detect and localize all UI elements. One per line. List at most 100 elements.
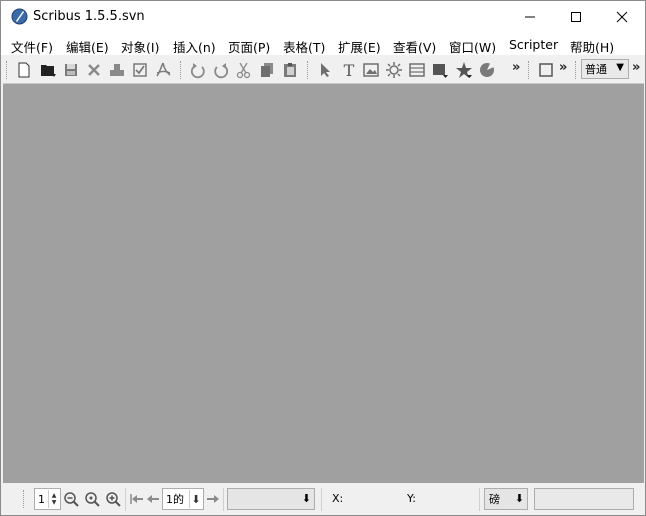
cut-button[interactable] [234, 60, 254, 80]
page-value: 1的 [166, 493, 184, 506]
next-page-button[interactable] [204, 490, 222, 508]
redo-button[interactable] [211, 60, 231, 80]
select-arrow-icon [321, 63, 330, 77]
unit-select[interactable]: 磅 ⬇ [484, 488, 528, 510]
toolbar-grip[interactable] [528, 61, 530, 79]
menu-edit[interactable]: 编辑(E) [66, 37, 109, 56]
zoom-value: 1 [38, 492, 45, 506]
menu-view[interactable]: 查看(V) [393, 37, 436, 56]
select-tool-button[interactable] [315, 60, 335, 80]
polygon-button[interactable] [454, 60, 474, 80]
scribus-logo-icon [11, 8, 28, 25]
toolbar-grip[interactable] [6, 61, 8, 79]
frame-outline-icon [539, 63, 553, 77]
export-pdf-button[interactable] [153, 60, 173, 80]
copy-icon [261, 63, 273, 77]
minimize-icon [525, 16, 535, 18]
status-divider [125, 488, 126, 511]
status-divider [321, 488, 322, 511]
previous-page-button[interactable] [144, 490, 162, 508]
image-frame-icon [363, 63, 379, 77]
close-icon [616, 11, 628, 23]
main-toolbar: T » » 普通 ▼ » [1, 57, 645, 83]
undo-button[interactable] [188, 60, 208, 80]
toolbar-grip[interactable] [575, 61, 577, 79]
zoom-in-icon [106, 492, 121, 507]
spin-arrows-icon[interactable]: ▲ ▼ [48, 490, 59, 508]
maximize-button[interactable] [553, 1, 599, 33]
toolbar-grip[interactable] [180, 61, 182, 79]
paste-icon [284, 63, 296, 77]
status-bar: 1 ▲ ▼ 1的 ⬇ ⬇ X: Y: 磅 ⬇ [1, 484, 645, 515]
menu-insert[interactable]: 插入(n) [173, 37, 216, 56]
menu-object[interactable]: 对象(I) [121, 37, 159, 56]
toolbar-overflow-button[interactable]: » [512, 60, 520, 75]
save-button[interactable] [61, 60, 81, 80]
export-pdf-icon [156, 62, 171, 77]
arrow-right-icon [207, 495, 219, 503]
menu-table[interactable]: 表格(T) [283, 37, 325, 56]
toolbar-overflow-button[interactable]: » [559, 60, 567, 75]
shape-button[interactable] [430, 60, 450, 80]
progress-area [534, 488, 634, 510]
layer-select[interactable]: ⬇ [227, 488, 315, 510]
menu-window[interactable]: 窗口(W) [449, 37, 496, 56]
menu-page[interactable]: 页面(P) [228, 37, 270, 56]
arrow-down-icon[interactable]: ⬇ [189, 490, 202, 508]
arc-button[interactable] [477, 60, 497, 80]
first-page-icon [130, 494, 143, 504]
chevron-down-icon: ▼ [616, 62, 624, 73]
cut-icon [236, 62, 251, 79]
preview-frame-button[interactable] [536, 60, 556, 80]
toolbar-grip[interactable] [23, 490, 25, 508]
shape-icon [433, 64, 448, 78]
menu-scripter[interactable]: Scripter [509, 37, 558, 52]
status-divider [479, 488, 480, 511]
menu-help[interactable]: 帮助(H) [570, 37, 614, 56]
open-folder-icon [41, 65, 56, 77]
svg-text:T: T [344, 61, 355, 79]
close-document-button[interactable] [84, 60, 104, 80]
document-workspace[interactable] [3, 83, 644, 483]
zoom-reset-button[interactable] [83, 490, 101, 508]
undo-icon [190, 63, 205, 79]
maximize-icon [571, 12, 581, 22]
zoom-actual-icon [85, 492, 100, 507]
y-coordinate-label: Y: [407, 492, 416, 505]
image-frame-button[interactable] [361, 60, 381, 80]
table-button[interactable] [407, 60, 427, 80]
paste-button[interactable] [280, 60, 300, 80]
preflight-button[interactable] [130, 60, 150, 80]
zoom-out-icon [64, 492, 79, 507]
print-button[interactable] [107, 60, 127, 80]
toolbar-grip[interactable] [307, 61, 309, 79]
copy-button[interactable] [257, 60, 277, 80]
page-selector[interactable]: 1的 ⬇ [162, 488, 204, 510]
window-title: Scribus 1.5.5.svn [33, 9, 145, 24]
render-frame-button[interactable] [384, 60, 404, 80]
zoom-out-button[interactable] [62, 490, 80, 508]
menu-bar: 文件(F) 编辑(E) 对象(I) 插入(n) 页面(P) 表格(T) 扩展(E… [1, 33, 645, 55]
save-icon [65, 64, 77, 76]
close-button[interactable] [599, 1, 645, 33]
preview-mode-value: 普通 [585, 63, 607, 76]
preflight-check-icon [133, 63, 147, 77]
menu-file[interactable]: 文件(F) [11, 37, 53, 56]
zoom-spinbox[interactable]: 1 ▲ ▼ [34, 488, 61, 510]
x-coordinate-label: X: [332, 492, 344, 505]
unit-value: 磅 [489, 493, 500, 506]
open-button[interactable] [38, 60, 58, 80]
menu-extras[interactable]: 扩展(E) [338, 37, 381, 56]
scribus-window: Scribus 1.5.5.svn 文件(F) 编辑(E) 对象(I) 插入(n… [0, 0, 646, 516]
new-document-button[interactable] [14, 60, 34, 80]
table-icon [409, 63, 425, 77]
status-divider [223, 488, 224, 511]
toolbar-overflow-button[interactable]: » [632, 60, 640, 75]
preview-mode-select[interactable]: 普通 ▼ [581, 59, 629, 79]
new-document-icon [18, 62, 30, 78]
arrow-left-icon [147, 495, 159, 503]
minimize-button[interactable] [507, 1, 553, 33]
zoom-in-button[interactable] [104, 490, 122, 508]
title-bar[interactable]: Scribus 1.5.5.svn [1, 1, 645, 33]
text-frame-button[interactable]: T [339, 60, 359, 80]
